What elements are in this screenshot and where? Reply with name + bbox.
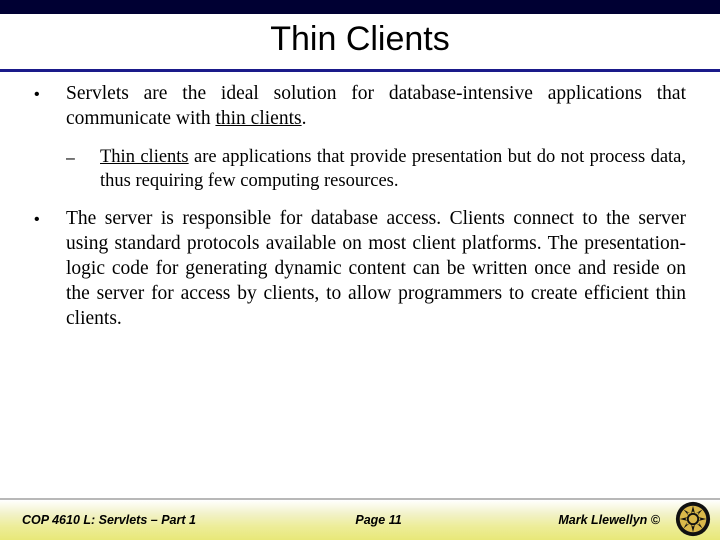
footer-row: COP 4610 L: Servlets – Part 1 Page 11 Ma… [0, 513, 720, 527]
sub-bullet-1-underlined: Thin clients [100, 147, 189, 167]
footer-author: Mark Llewellyn © [472, 513, 704, 527]
bullet-2-text: The server is responsible for database a… [66, 207, 686, 332]
sub-bullet-1-rest: are applications that provide presentati… [100, 147, 686, 191]
footer-page: Page 11 [285, 513, 473, 527]
slide-title: Thin Clients [0, 20, 720, 59]
bullet-1-text: Servlets are the ideal solution for data… [66, 82, 686, 132]
ucf-logo-icon [674, 500, 712, 538]
bullet-marker: • [34, 207, 66, 332]
footer: COP 4610 L: Servlets – Part 1 Page 11 Ma… [0, 498, 720, 540]
bullet-marker: • [34, 82, 66, 132]
bullet-1-underlined: thin clients [215, 108, 301, 129]
title-bar: Thin Clients [0, 0, 720, 72]
footer-course: COP 4610 L: Servlets – Part 1 [22, 513, 285, 527]
bullet-1-prefix: Servlets are the ideal solution for data… [66, 83, 686, 129]
content-body: • Servlets are the ideal solution for da… [0, 72, 720, 498]
bullet-2: • The server is responsible for database… [34, 207, 686, 332]
bullet-1: • Servlets are the ideal solution for da… [34, 82, 686, 132]
slide: Thin Clients • Servlets are the ideal so… [0, 0, 720, 540]
sub-bullet-1: – Thin clients are applications that pro… [66, 146, 686, 193]
sub-bullet-marker: – [66, 146, 100, 193]
sub-bullet-1-text: Thin clients are applications that provi… [100, 146, 686, 193]
bullet-1-suffix: . [302, 108, 307, 129]
